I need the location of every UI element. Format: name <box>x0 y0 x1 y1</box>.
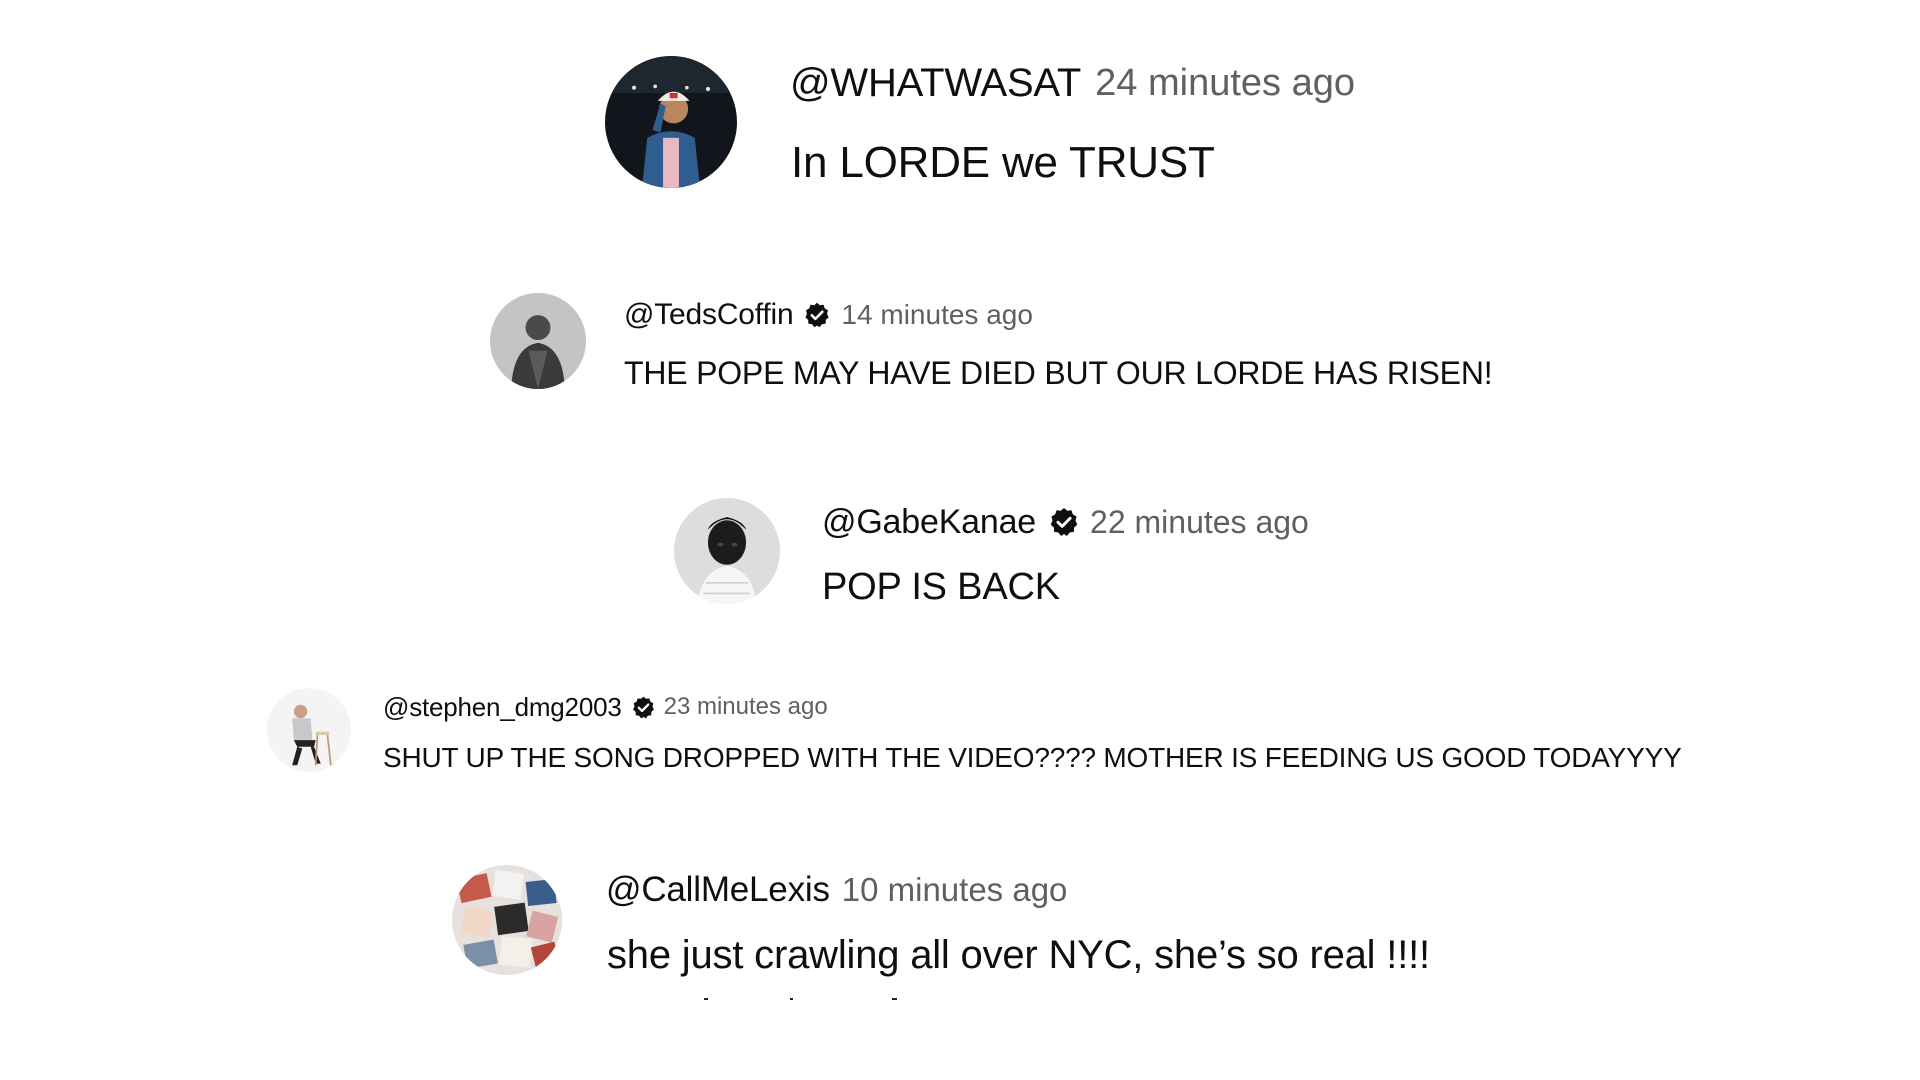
comment-meta: @TedsCoffin 14 minutes ago <box>624 297 1033 333</box>
comment-text: In LORDE we TRUST <box>791 138 1215 187</box>
clipped-text-fragment <box>600 998 910 1002</box>
avatar-collage-icon <box>452 865 562 975</box>
avatar-person-grey-icon <box>490 293 586 389</box>
author-handle[interactable]: @CallMeLexis <box>606 870 830 910</box>
avatar[interactable] <box>490 293 586 389</box>
author-handle[interactable]: @WHATWASAT <box>790 61 1081 106</box>
author-handle[interactable]: @TedsCoffin <box>624 298 794 332</box>
comment-feed: @WHATWASAT 24 minutes ago In LORDE we TR… <box>0 0 1920 1080</box>
verified-badge-icon <box>631 695 656 720</box>
author-handle[interactable]: @stephen_dmg2003 <box>383 692 622 723</box>
avatar-person-cap-icon <box>605 56 737 188</box>
avatar-person-portrait-icon <box>674 498 780 604</box>
comment-text: POP IS BACK <box>822 566 1060 608</box>
comment-meta: @GabeKanae 22 minutes ago <box>822 502 1309 542</box>
avatar[interactable] <box>267 688 351 772</box>
verified-badge-icon <box>1048 506 1080 538</box>
avatar[interactable] <box>605 56 737 188</box>
comment-meta: @WHATWASAT 24 minutes ago <box>790 61 1355 105</box>
timestamp[interactable]: 14 minutes ago <box>841 299 1032 331</box>
comment-text: she just crawling all over NYC, she’s so… <box>607 933 1430 977</box>
comment-meta: @stephen_dmg2003 23 minutes ago <box>383 690 828 724</box>
comment-meta: @CallMeLexis 10 minutes ago <box>606 870 1067 910</box>
avatar-person-sitting-icon <box>267 688 351 772</box>
avatar[interactable] <box>674 498 780 604</box>
timestamp[interactable]: 23 minutes ago <box>664 693 828 721</box>
avatar[interactable] <box>452 865 562 975</box>
verified-badge-icon <box>803 301 831 329</box>
comment-text: SHUT UP THE SONG DROPPED WITH THE VIDEO?… <box>383 742 1682 773</box>
timestamp[interactable]: 22 minutes ago <box>1090 504 1309 541</box>
comment-text: THE POPE MAY HAVE DIED BUT OUR LORDE HAS… <box>624 355 1493 391</box>
timestamp[interactable]: 10 minutes ago <box>842 871 1068 909</box>
timestamp[interactable]: 24 minutes ago <box>1095 62 1355 105</box>
author-handle[interactable]: @GabeKanae <box>822 503 1036 542</box>
